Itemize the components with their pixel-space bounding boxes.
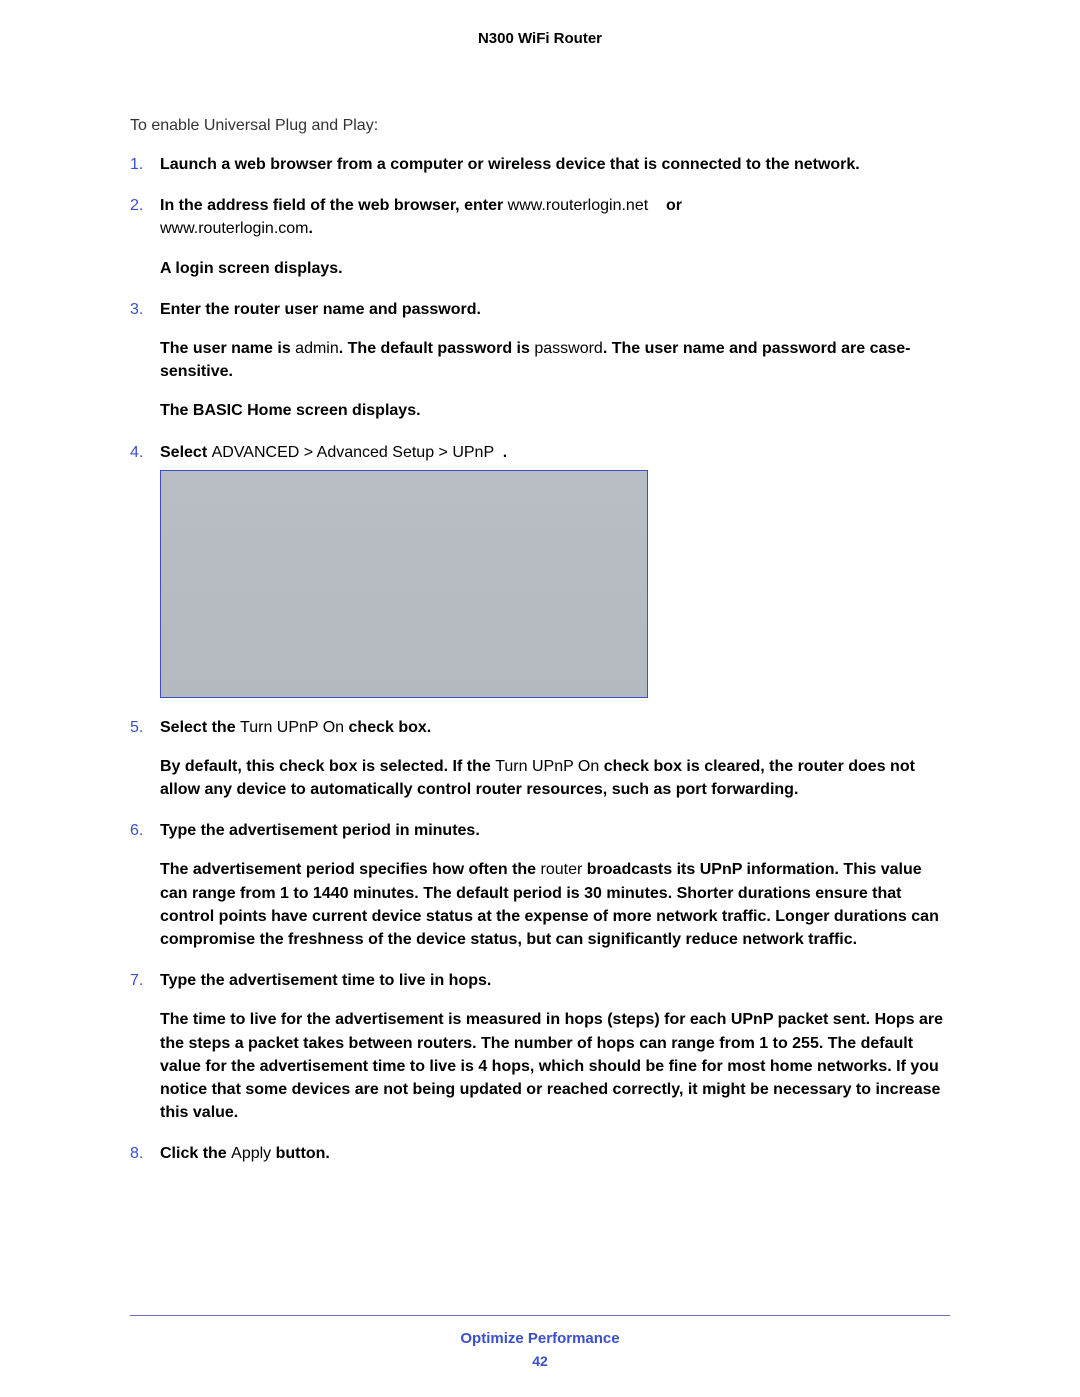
url-text: www.routerlogin.net bbox=[508, 197, 649, 214]
step-text-bold: In the address field of the web browser,… bbox=[160, 197, 503, 214]
checkbox-label: Turn UPnP On bbox=[240, 719, 344, 736]
step-2: 2. In the address field of the web brows… bbox=[130, 194, 950, 280]
nav-path: ADVANCED > Advanced Setup > UPnP bbox=[212, 444, 494, 461]
step-text-bold: Select bbox=[160, 444, 212, 461]
step-5: 5. Select the Turn UPnP On check box. By… bbox=[130, 716, 950, 802]
step-7: 7. Type the advertisement time to live i… bbox=[130, 969, 950, 1124]
step-number: 1. bbox=[130, 153, 143, 176]
period: . bbox=[498, 444, 507, 461]
step-number: 6. bbox=[130, 819, 143, 842]
step-number: 8. bbox=[130, 1142, 143, 1165]
step-6: 6. Type the advertisement period in minu… bbox=[130, 819, 950, 951]
step-text: Enter the router user name and password. bbox=[160, 301, 481, 318]
step-text: Type the advertisement period in minutes… bbox=[160, 822, 480, 839]
step-text-post: button. bbox=[271, 1145, 330, 1162]
page-header-title: N300 WiFi Router bbox=[130, 30, 950, 47]
step-sub-text: The advertisement period specifies how o… bbox=[160, 858, 950, 951]
button-label: Apply bbox=[231, 1145, 271, 1162]
step-number: 3. bbox=[130, 298, 143, 321]
step-sub-text: The time to live for the advertisement i… bbox=[160, 1008, 950, 1124]
step-number: 5. bbox=[130, 716, 143, 739]
step-1: 1. Launch a web browser from a computer … bbox=[130, 153, 950, 176]
page-footer: Optimize Performance 42 bbox=[130, 1275, 950, 1369]
intro-text: To enable Universal Plug and Play: bbox=[130, 117, 950, 135]
step-sub-text: A login screen displays. bbox=[160, 257, 950, 280]
step-number: 7. bbox=[130, 969, 143, 992]
step-text: Launch a web browser from a computer or … bbox=[160, 156, 860, 173]
step-sub-text-2: The BASIC Home screen displays. bbox=[160, 399, 950, 422]
document-page: N300 WiFi Router To enable Universal Plu… bbox=[0, 0, 1080, 1397]
step-text-post: check box. bbox=[344, 719, 431, 736]
footer-section-title: Optimize Performance bbox=[130, 1330, 950, 1347]
upnp-screenshot-placeholder bbox=[160, 470, 648, 698]
step-text-pre: Select the bbox=[160, 719, 240, 736]
footer-page-number: 42 bbox=[130, 1353, 950, 1369]
step-4: 4. Select ADVANCED > Advanced Setup > UP… bbox=[130, 441, 950, 698]
step-sub-text: The user name is admin. The default pass… bbox=[160, 337, 950, 383]
steps-list: 1. Launch a web browser from a computer … bbox=[130, 153, 950, 1166]
step-8: 8. Click the Apply button. bbox=[130, 1142, 950, 1165]
step-text: Type the advertisement time to live in h… bbox=[160, 972, 491, 989]
footer-divider bbox=[130, 1315, 950, 1316]
url-text-2: www.routerlogin.com bbox=[160, 220, 309, 237]
step-3: 3. Enter the router user name and passwo… bbox=[130, 298, 950, 423]
step-sub-text: By default, this check box is selected. … bbox=[160, 755, 950, 801]
step-number: 4. bbox=[130, 441, 143, 464]
or-text: or bbox=[653, 197, 682, 214]
step-number: 2. bbox=[130, 194, 143, 217]
step-text-pre: Click the bbox=[160, 1145, 231, 1162]
period: . bbox=[309, 220, 313, 237]
